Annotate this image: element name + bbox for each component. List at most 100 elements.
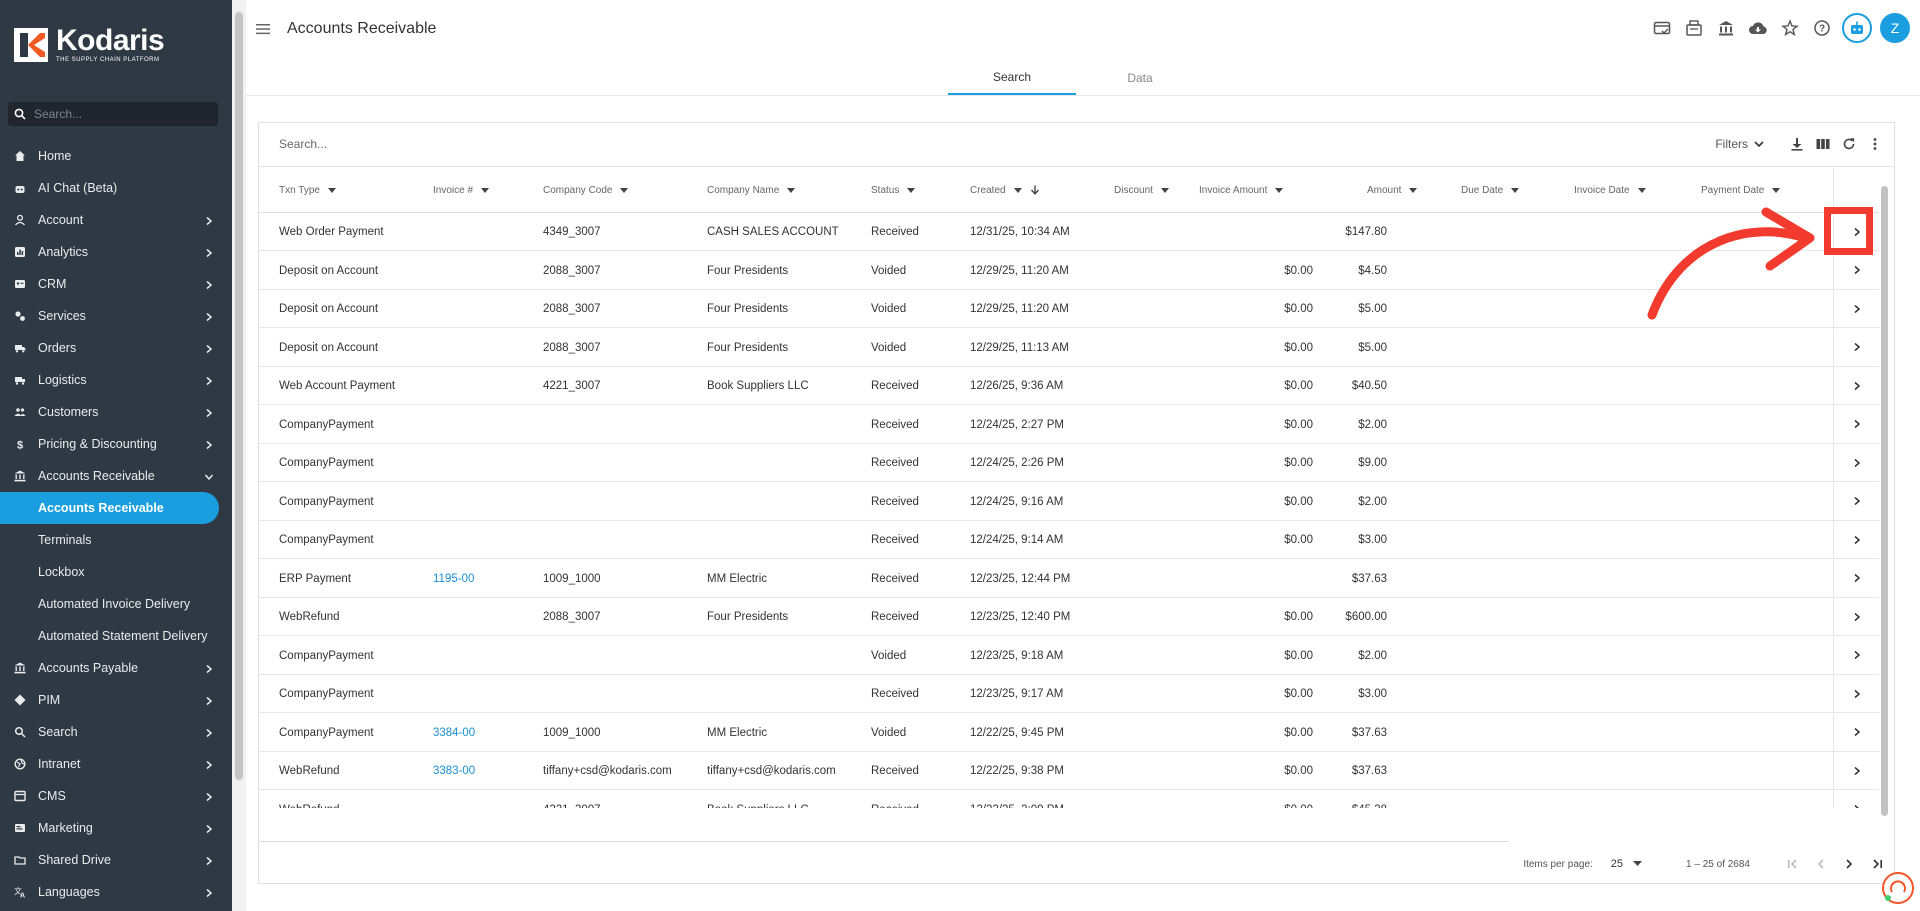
- row-open-button[interactable]: [1833, 675, 1879, 712]
- sidebar-subitem-lockbox[interactable]: Lockbox: [0, 556, 232, 588]
- column-menu-icon[interactable]: [1772, 187, 1781, 193]
- column-header-invoice-date[interactable]: Invoice Date: [1574, 168, 1646, 213]
- sidebar-item-accounts-receivable[interactable]: Accounts Receivable: [0, 460, 232, 492]
- sidebar-item-home[interactable]: Home: [0, 140, 232, 172]
- avatar[interactable]: Z: [1880, 13, 1910, 43]
- column-header-discount[interactable]: Discount: [1114, 168, 1169, 213]
- sidebar-item-pricing-discounting[interactable]: $ Pricing & Discounting: [0, 428, 232, 460]
- sidebar-item-account[interactable]: Account: [0, 204, 232, 236]
- last-page-icon[interactable]: [1870, 857, 1884, 871]
- table-row[interactable]: Web Order Payment 4349_3007 CASH SALES ACC…: [259, 213, 1879, 251]
- column-menu-icon[interactable]: [907, 187, 916, 193]
- sidebar-scrollbar[interactable]: [232, 0, 246, 911]
- column-menu-icon[interactable]: [620, 187, 629, 193]
- page-size-select[interactable]: 25: [1611, 858, 1643, 870]
- sidebar-item-accounts-payable[interactable]: Accounts Payable: [0, 652, 232, 684]
- grid-scroll-thumb[interactable]: [1881, 186, 1888, 816]
- column-header-status[interactable]: Status: [871, 168, 916, 213]
- column-menu-icon[interactable]: [327, 187, 336, 193]
- sidebar-item-intranet[interactable]: Intranet: [0, 748, 232, 780]
- column-menu-icon[interactable]: [1160, 187, 1169, 193]
- table-row[interactable]: Deposit on Account 2088_3007 Four Presiden…: [259, 328, 1879, 367]
- sidebar-item-ai-chat-beta[interactable]: AI Chat (Beta): [0, 172, 232, 204]
- column-menu-icon[interactable]: [1275, 187, 1284, 193]
- refresh-icon[interactable]: [1840, 135, 1858, 153]
- first-page-icon[interactable]: [1786, 857, 1800, 871]
- hamburger-menu-icon[interactable]: [254, 20, 272, 38]
- column-header-invoice-number[interactable]: Invoice #: [433, 168, 490, 213]
- table-search-input[interactable]: Search...: [279, 137, 327, 151]
- column-menu-icon[interactable]: [787, 187, 796, 193]
- column-header-invoice-amount[interactable]: Invoice Amount: [1199, 168, 1284, 213]
- sidebar-item-pim[interactable]: PIM: [0, 684, 232, 716]
- column-menu-icon[interactable]: [1013, 187, 1022, 193]
- table-row[interactable]: CompanyPayment Received 12/24/25, 9:14 AM $…: [259, 521, 1879, 559]
- column-header-due-date[interactable]: Due Date: [1461, 168, 1520, 213]
- next-page-icon[interactable]: [1842, 857, 1856, 871]
- table-row[interactable]: Deposit on Account 2088_3007 Four Presiden…: [259, 251, 1879, 290]
- column-menu-icon[interactable]: [481, 187, 490, 193]
- sidebar-item-logistics[interactable]: Logistics: [0, 364, 232, 396]
- sidebar-subitem-accounts-receivable[interactable]: Accounts Receivable: [0, 492, 219, 524]
- grid-scrollbar[interactable]: [1879, 168, 1891, 838]
- sidebar-item-orders[interactable]: Orders: [0, 332, 232, 364]
- row-open-button[interactable]: [1833, 559, 1879, 597]
- table-row[interactable]: CompanyPayment Received 12/24/25, 2:27 PM $…: [259, 405, 1879, 444]
- help-icon[interactable]: ?: [1810, 16, 1834, 40]
- table-row[interactable]: Deposit on Account 2088_3007 Four Presiden…: [259, 290, 1879, 328]
- table-row[interactable]: WebRefund 3383-00 tiffany+csd@kodaris.com t…: [259, 752, 1879, 790]
- row-open-button[interactable]: [1833, 636, 1879, 674]
- column-header-company-name[interactable]: Company Name: [707, 168, 796, 213]
- sidebar-item-customers[interactable]: Customers: [0, 396, 232, 428]
- column-header-company-code[interactable]: Company Code: [543, 168, 629, 213]
- row-open-button[interactable]: [1833, 328, 1879, 366]
- row-open-button[interactable]: [1833, 405, 1879, 443]
- column-header-txn-type[interactable]: Txn Type: [279, 168, 336, 213]
- sidebar-item-languages[interactable]: 文 A Languages: [0, 876, 232, 908]
- row-open-button[interactable]: [1833, 482, 1879, 520]
- row-open-button[interactable]: [1833, 251, 1879, 289]
- filters-dropdown[interactable]: Filters: [1715, 137, 1764, 151]
- sidebar-search-input[interactable]: Search...: [8, 102, 218, 126]
- chat-support-icon[interactable]: [1882, 872, 1914, 904]
- sidebar-item-services[interactable]: Services: [0, 300, 232, 332]
- table-row[interactable]: CompanyPayment Received 12/24/25, 9:16 AM $…: [259, 482, 1879, 521]
- cell-invoice-number[interactable]: 1195-00: [433, 560, 474, 598]
- star-icon[interactable]: [1778, 16, 1802, 40]
- column-menu-icon[interactable]: [1409, 187, 1418, 193]
- download-icon[interactable]: [1788, 135, 1806, 153]
- column-menu-icon[interactable]: [1511, 187, 1520, 193]
- more-vert-icon[interactable]: [1866, 135, 1884, 153]
- table-row[interactable]: Web Account Payment 4221_3007 Book Supplie…: [259, 367, 1879, 405]
- column-header-created[interactable]: Created: [970, 168, 1040, 213]
- table-row[interactable]: WebRefund 4221_3007 Book Suppliers LLC Rece…: [259, 790, 1879, 808]
- sidebar-item-shared-drive[interactable]: Shared Drive: [0, 844, 232, 876]
- tab-data[interactable]: Data: [1076, 60, 1204, 95]
- sidebar-item-analytics[interactable]: Analytics: [0, 236, 232, 268]
- sidebar-subitem-terminals[interactable]: Terminals: [0, 524, 232, 556]
- row-open-button[interactable]: [1833, 752, 1879, 789]
- row-open-button[interactable]: [1833, 713, 1879, 751]
- row-open-button[interactable]: [1833, 521, 1879, 558]
- sidebar-subitem-automated-invoice-delivery[interactable]: Automated Invoice Delivery: [0, 588, 232, 620]
- cloud-download-icon[interactable]: [1746, 16, 1770, 40]
- previous-page-icon[interactable]: [1814, 857, 1828, 871]
- columns-icon[interactable]: [1814, 135, 1832, 153]
- sidebar-item-cms[interactable]: CMS: [0, 780, 232, 812]
- sidebar-subitem-automated-statement-delivery[interactable]: Automated Statement Delivery: [0, 620, 232, 652]
- card-check-icon[interactable]: [1650, 16, 1674, 40]
- grid-horizontal-scrollbar[interactable]: [259, 841, 1509, 842]
- column-menu-icon[interactable]: [1637, 187, 1646, 193]
- row-open-button[interactable]: [1833, 290, 1879, 327]
- table-row[interactable]: CompanyPayment Received 12/24/25, 2:26 PM $…: [259, 444, 1879, 482]
- table-row[interactable]: CompanyPayment Voided 12/23/25, 9:18 AM $0.…: [259, 636, 1879, 675]
- column-header-amount[interactable]: Amount: [1367, 168, 1418, 213]
- register-icon[interactable]: [1682, 16, 1706, 40]
- sidebar-item-search[interactable]: Search: [0, 716, 232, 748]
- cell-invoice-number[interactable]: 3383-00: [433, 752, 475, 790]
- table-row[interactable]: WebRefund 2088_3007 Four Presidents Receive…: [259, 598, 1879, 636]
- sort-descending-icon[interactable]: [1022, 185, 1040, 196]
- sidebar-item-marketing[interactable]: Marketing: [0, 812, 232, 844]
- row-open-button[interactable]: [1833, 790, 1879, 808]
- cell-invoice-number[interactable]: 3384-00: [433, 714, 475, 752]
